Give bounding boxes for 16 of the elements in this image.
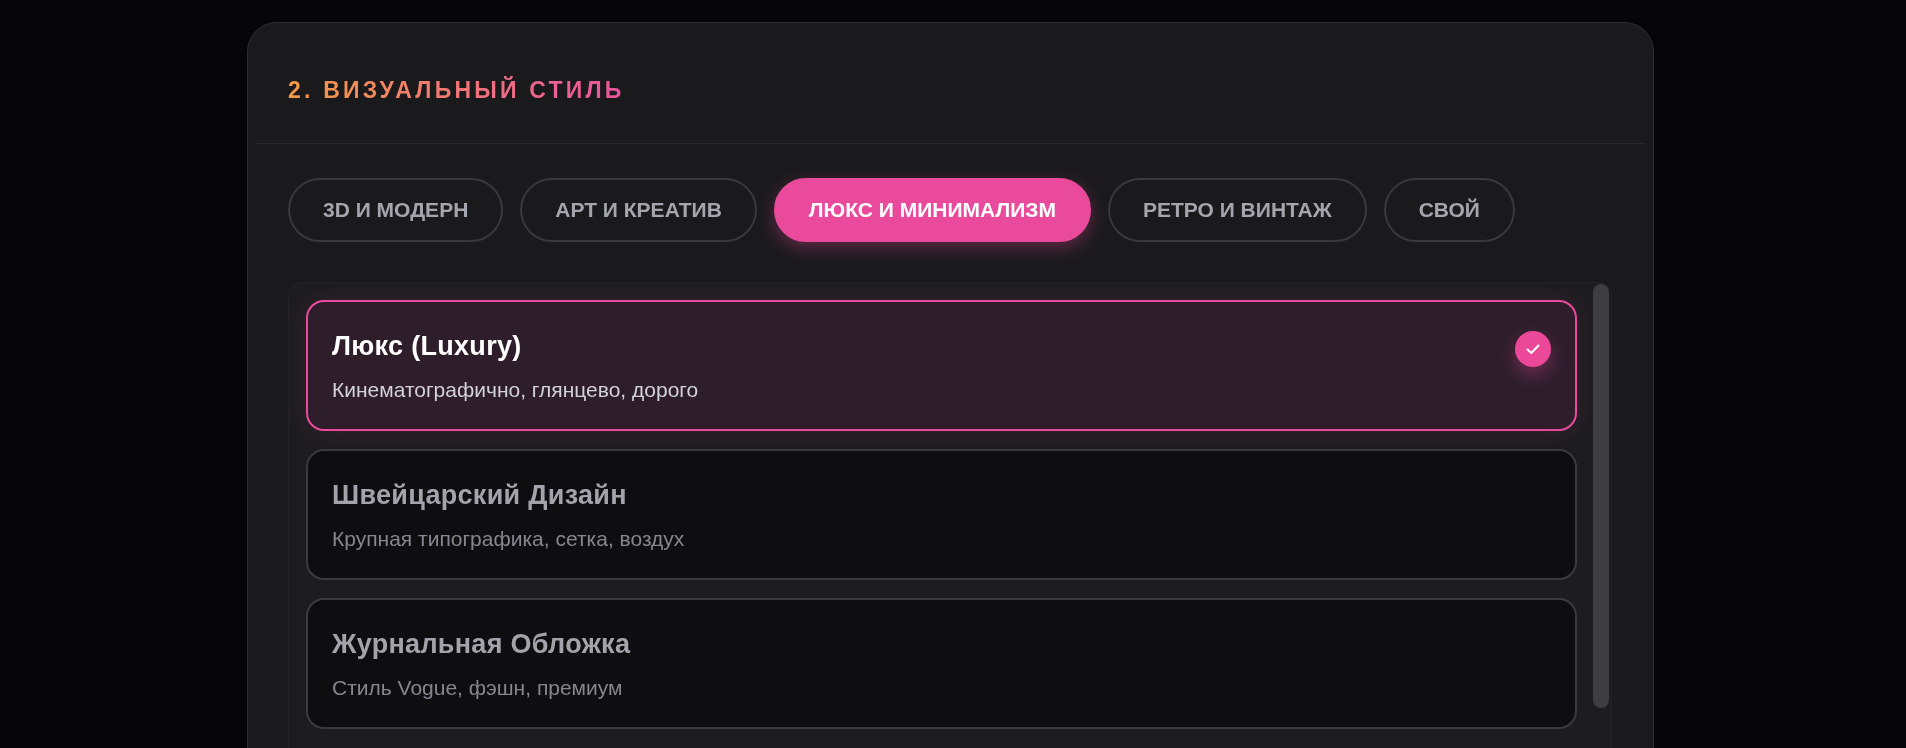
style-option-description: Стиль Vogue, фэшн, премиум: [332, 676, 623, 700]
style-option-card[interactable]: Швейцарский Дизайн Крупная типографика, сетка, воздух: [306, 449, 1577, 580]
style-option-description: Крупная типографика, сетка, воздух: [332, 527, 685, 551]
check-icon: [1515, 331, 1551, 367]
category-tab[interactable]: ЛЮКС И МИНИМАЛИЗМ: [773, 178, 1091, 242]
style-option-card[interactable]: Люкс (Luxury) Кинематографично, глянцево, дорого: [306, 300, 1577, 431]
style-option-title: Швейцарский Дизайн: [332, 480, 627, 510]
style-option-title: Люкс (Luxury): [332, 331, 522, 361]
style-option-card[interactable]: Журнальная Обложка Стиль Vogue, фэшн, премиум: [306, 598, 1577, 729]
category-tab[interactable]: РЕТРО И ВИНТАЖ: [1107, 178, 1367, 242]
scrollbar-thumb[interactable]: [1593, 284, 1609, 708]
style-option-title: Журнальная Обложка: [332, 629, 631, 659]
category-tab[interactable]: 3D И МОДЕРН: [288, 178, 504, 242]
category-tab[interactable]: СВОЙ: [1383, 178, 1515, 242]
category-tab[interactable]: АРТ И КРЕАТИВ: [520, 178, 757, 242]
style-option-description: Кинематографично, глянцево, дорого: [332, 378, 699, 402]
